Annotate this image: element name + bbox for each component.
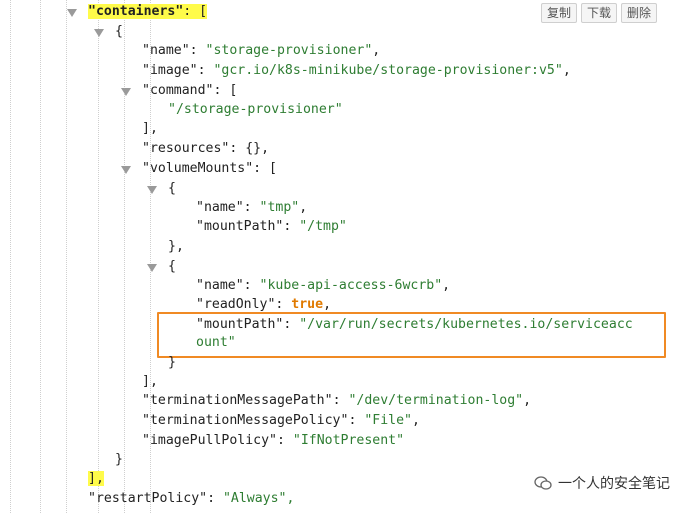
json-line-vm2-mountpath-wrap: ount": [196, 335, 236, 350]
copy-button[interactable]: 复制: [541, 3, 578, 23]
collapse-toggle-icon[interactable]: [147, 264, 157, 272]
collapse-toggle-icon[interactable]: [67, 9, 77, 17]
json-line-vm1-name: "name": "tmp",: [196, 200, 308, 215]
json-line-terminationMessagePath: "terminationMessagePath": "/dev/terminat…: [142, 393, 532, 408]
wechat-icon: [534, 476, 552, 490]
download-button[interactable]: 下载: [581, 3, 618, 23]
json-line-vm2-name: "name": "kube-api-access-6wcrb",: [196, 278, 451, 293]
json-line-volumeMounts-close: ],: [142, 374, 158, 389]
json-line-restartPolicy: "restartPolicy": "Always",: [88, 491, 295, 506]
json-line-imagePullPolicy: "imagePullPolicy": "IfNotPresent": [142, 433, 405, 448]
collapse-toggle-icon[interactable]: [121, 166, 131, 174]
json-punct: : [: [183, 4, 208, 19]
json-line-vm1-open: {: [168, 181, 176, 196]
json-line-object-close: }: [115, 452, 123, 467]
json-line-terminationMessagePolicy: "terminationMessagePolicy": "File",: [142, 413, 420, 428]
json-line-command-close: ],: [142, 121, 158, 136]
json-toolbar: 复制 下载 删除: [541, 3, 658, 23]
collapse-toggle-icon[interactable]: [94, 29, 104, 37]
json-line-vm2-close: }: [168, 355, 176, 370]
json-line-image: "image": "gcr.io/k8s-minikube/storage-pr…: [142, 63, 571, 78]
json-line-name: "name": "storage-provisioner",: [142, 43, 381, 58]
json-line-vm1-mountpath: "mountPath": "/tmp": [196, 219, 347, 234]
json-line-containers-close: ],: [88, 471, 104, 486]
json-line-object-open: {: [115, 24, 123, 39]
json-line-vm1-close: },: [168, 239, 184, 254]
collapse-toggle-icon[interactable]: [147, 186, 157, 194]
json-key: "containers": [88, 4, 184, 19]
collapse-toggle-icon[interactable]: [121, 88, 131, 96]
json-line-vm2-mountpath: "mountPath": "/var/run/secrets/kubernete…: [196, 317, 633, 332]
delete-button[interactable]: 删除: [621, 3, 658, 23]
watermark-text: 一个人的安全笔记: [558, 476, 670, 492]
json-line-command: "command": [: [142, 83, 238, 98]
json-line-volumeMounts: "volumeMounts": [: [142, 161, 277, 176]
json-line-resources: "resources": {},: [142, 141, 270, 156]
json-line-command-item: "/storage-provisioner": [168, 102, 343, 117]
json-line-vm2-open: {: [168, 259, 176, 274]
watermark: 一个人的安全笔记: [534, 473, 670, 493]
json-line-containers: "containers": [: [88, 3, 208, 21]
